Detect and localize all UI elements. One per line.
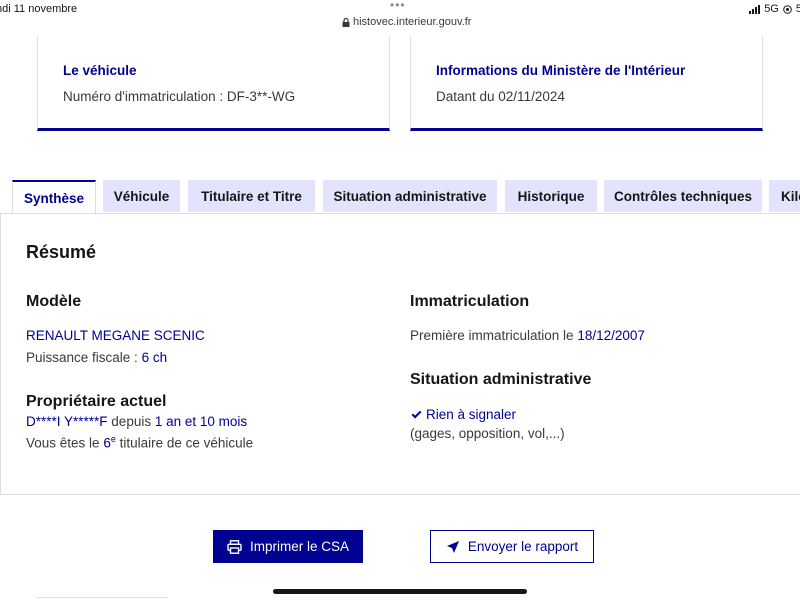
tab-bar: Synthèse Véhicule Titulaire et Titre Sit… <box>0 180 800 214</box>
tab-synthese[interactable]: Synthèse <box>12 180 96 214</box>
url-text: histovec.interieur.gouv.fr <box>353 16 472 28</box>
vehicle-card-title: Le véhicule <box>63 63 137 78</box>
ministry-card: Informations du Ministère de l'Intérieur… <box>410 36 763 131</box>
summary-title: Résumé <box>26 242 97 262</box>
tab-vehicule[interactable]: Véhicule <box>103 180 180 212</box>
fiscal-power-value: 6 ch <box>141 350 168 365</box>
model-name: RENAULT MEGANE SCENIC <box>26 328 205 343</box>
tab-historique[interactable]: Historique <box>505 180 597 212</box>
admin-status-text: Rien à signaler <box>426 407 517 422</box>
owner-since-label: depuis <box>107 414 155 429</box>
send-report-button[interactable]: Envoyer le rapport <box>430 530 594 563</box>
admin-detail: (gages, opposition, vol,...) <box>410 426 565 441</box>
send-report-label: Envoyer le rapport <box>467 539 579 554</box>
more-dots-icon[interactable]: ••• <box>390 0 406 12</box>
synthese-panel: Résumé Modèle RENAULT MEGANE SCENIC Puis… <box>0 213 800 495</box>
printer-icon <box>227 539 242 554</box>
owner-line: D****I Y*****F depuis 1 an et 10 mois <box>26 414 247 429</box>
owner-duration: 1 an et 10 mois <box>154 414 248 429</box>
signal-icon <box>749 4 761 14</box>
status-bar: ndi 11 novembre ••• histovec.interieur.g… <box>0 0 800 34</box>
first-registration-label: Première immatriculation le <box>410 328 578 343</box>
status-date: ndi 11 novembre <box>0 3 78 15</box>
print-csa-label: Imprimer le CSA <box>249 539 349 554</box>
admin-heading: Situation administrative <box>410 371 592 388</box>
vehicle-card: Le véhicule Numéro d'immatriculation : D… <box>37 36 390 131</box>
address-bar[interactable]: histovec.interieur.gouv.fr <box>342 16 471 28</box>
vehicle-plate: Numéro d'immatriculation : DF-3**-WG <box>63 89 296 104</box>
print-csa-button[interactable]: Imprimer le CSA <box>213 530 363 563</box>
network-label: 5G <box>764 3 779 15</box>
model-heading: Modèle <box>26 293 82 310</box>
owner-heading: Propriétaire actuel <box>26 393 167 410</box>
first-registration: Première immatriculation le 18/12/2007 <box>410 328 645 343</box>
next-section-edge <box>37 597 167 598</box>
registration-heading: Immatriculation <box>410 293 530 310</box>
fiscal-power-label: Puissance fiscale : <box>26 350 142 365</box>
home-indicator[interactable] <box>273 589 527 594</box>
location-icon <box>783 4 792 14</box>
tab-kilometrage[interactable]: Kilo <box>769 180 800 212</box>
tab-titulaire[interactable]: Titulaire et Titre <box>188 180 315 212</box>
admin-status: Rien à signaler <box>411 407 517 422</box>
battery-text: 5 <box>795 3 800 15</box>
ministry-card-title: Informations du Ministère de l'Intérieur <box>436 63 686 78</box>
lock-icon <box>342 17 350 27</box>
tab-situation-administrative[interactable]: Situation administrative <box>323 180 497 212</box>
first-registration-date: 18/12/2007 <box>577 328 645 343</box>
check-icon <box>411 408 422 419</box>
owner-rank: Vous êtes le 6e titulaire de ce véhicule <box>26 434 253 451</box>
owner-rank-prefix: Vous êtes le <box>26 435 104 451</box>
owner-name: D****I Y*****F <box>26 414 108 429</box>
owner-rank-suffix: titulaire de ce véhicule <box>115 435 254 451</box>
owner-rank-number: 6 <box>103 435 111 451</box>
ministry-date: Datant du 02/11/2024 <box>436 89 565 104</box>
send-icon <box>446 540 459 553</box>
status-indicators: 5G 5 <box>749 3 800 15</box>
fiscal-power: Puissance fiscale : 6 ch <box>26 350 167 365</box>
tab-controles-techniques[interactable]: Contrôles techniques <box>604 180 762 212</box>
